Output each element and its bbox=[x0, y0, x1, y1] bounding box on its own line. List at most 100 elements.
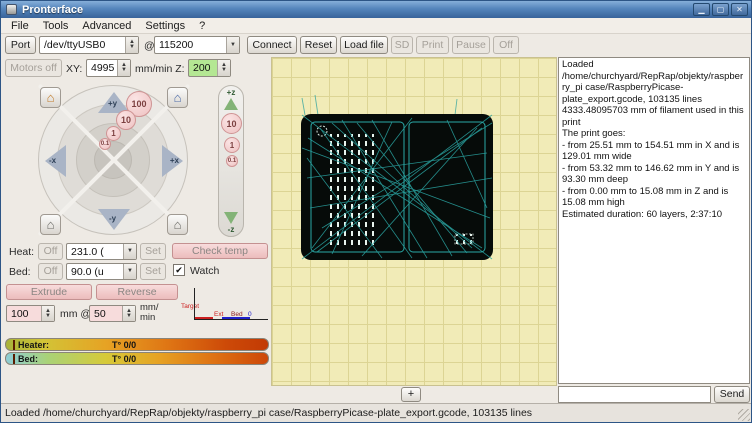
z-feed-input[interactable]: 200 ▲▼ bbox=[188, 59, 231, 77]
bed-temp-value: 90.0 (u bbox=[71, 266, 104, 278]
pause-button[interactable]: Pause bbox=[452, 36, 490, 54]
spinner-arrows-icon[interactable]: ▲▼ bbox=[125, 37, 138, 53]
graph-x-axis bbox=[194, 319, 268, 320]
sd-button[interactable]: SD bbox=[391, 36, 413, 54]
plus-z-label: +z bbox=[219, 88, 243, 97]
menu-settings[interactable]: Settings bbox=[138, 19, 192, 33]
extrude-button[interactable]: Extrude bbox=[6, 284, 92, 300]
minus-z-label: -z bbox=[219, 225, 243, 234]
send-button[interactable]: Send bbox=[714, 386, 750, 403]
home-icon: ⌂ bbox=[174, 218, 182, 231]
bed-gauge: Bed: T° 0/0 bbox=[5, 352, 269, 365]
reset-button[interactable]: Reset bbox=[300, 36, 337, 54]
graph-y-axis bbox=[194, 288, 195, 320]
reverse-button[interactable]: Reverse bbox=[96, 284, 178, 300]
maximize-icon[interactable]: ▢ bbox=[712, 3, 729, 16]
bed-off-button[interactable]: Off bbox=[38, 263, 63, 280]
log-line: 4333.48095703 mm of filament used in thi… bbox=[562, 105, 746, 128]
send-row: Send bbox=[558, 386, 750, 403]
heater-gauge-label: Heater: bbox=[18, 339, 49, 351]
dropdown-arrow-icon[interactable]: ▼ bbox=[226, 37, 239, 53]
port-select[interactable]: /dev/ttyUSB0 ▲▼ bbox=[39, 36, 139, 54]
z-step-1[interactable]: 1 bbox=[224, 137, 240, 153]
z-jog-control: +z 10 1 0.1 -z bbox=[218, 85, 244, 237]
heater-gauge: Heater: T° 0/0 bbox=[5, 338, 269, 351]
spinner-arrows-icon[interactable]: ▲▼ bbox=[117, 60, 130, 76]
command-input[interactable] bbox=[558, 386, 711, 403]
home-x-button[interactable]: ⌂ bbox=[40, 87, 61, 108]
check-temp-button[interactable]: Check temp bbox=[172, 243, 268, 259]
close-icon[interactable]: ✕ bbox=[731, 3, 748, 16]
zoom-in-button[interactable]: + bbox=[401, 387, 421, 402]
xy-jog-pad: +y -y -x +x ⌂ ⌂ ⌂ ⌂ 100 10 1 0.1 bbox=[38, 85, 190, 237]
heater-gauge-value: T° 0/0 bbox=[112, 339, 136, 351]
heat-temp-select[interactable]: 231.0 ( ▼ bbox=[66, 243, 137, 260]
heat-set-button[interactable]: Set bbox=[140, 243, 166, 260]
toolbar: Port /dev/ttyUSB0 ▲▼ @ 115200 ▼ Connect … bbox=[1, 34, 751, 57]
z-step-10[interactable]: 10 bbox=[221, 113, 242, 134]
watch-checkbox[interactable]: ✔ bbox=[173, 264, 185, 276]
baud-select[interactable]: 115200 ▼ bbox=[154, 36, 240, 54]
minimize-icon[interactable]: ▁ bbox=[693, 3, 710, 16]
menu-file[interactable]: File bbox=[4, 19, 36, 33]
xy-feed-label: XY: bbox=[66, 63, 82, 75]
home-all-button[interactable]: ⌂ bbox=[167, 214, 188, 235]
dropdown-arrow-icon[interactable]: ▼ bbox=[123, 244, 136, 259]
menu-help[interactable]: ? bbox=[192, 19, 212, 33]
graph-ext-line bbox=[195, 317, 213, 319]
home-icon: ⌂ bbox=[47, 218, 55, 231]
motors-off-button[interactable]: Motors off bbox=[5, 59, 62, 77]
log-line: - from 25.51 mm to 154.51 mm in X and is… bbox=[562, 140, 746, 163]
xy-step-0-1[interactable]: 0.1 bbox=[99, 138, 111, 150]
titlebar[interactable]: Pronterface ▁ ▢ ✕ bbox=[1, 1, 751, 18]
bed-gauge-value: T° 0/0 bbox=[112, 353, 136, 365]
jog-minus-z-button[interactable] bbox=[224, 212, 238, 224]
z-feed-label: mm/min Z: bbox=[135, 63, 185, 75]
bed-temp-select[interactable]: 90.0 (u ▼ bbox=[66, 263, 137, 280]
watch-label: Watch bbox=[190, 265, 219, 277]
home-z-button[interactable]: ⌂ bbox=[40, 214, 61, 235]
menubar: File Tools Advanced Settings ? bbox=[1, 18, 751, 34]
resize-grip[interactable] bbox=[738, 409, 750, 421]
z-step-0-1[interactable]: 0.1 bbox=[226, 155, 238, 167]
menu-tools[interactable]: Tools bbox=[36, 19, 76, 33]
bed-set-button[interactable]: Set bbox=[140, 263, 166, 280]
print-button[interactable]: Print bbox=[416, 36, 449, 54]
graph-target-label: Target bbox=[181, 303, 199, 310]
heat-off-button[interactable]: Off bbox=[38, 243, 63, 260]
extrude-speed-value: 50 bbox=[94, 308, 106, 320]
gauge-marker bbox=[13, 354, 15, 364]
log-line: Estimated duration: 60 layers, 2:37:10 bbox=[562, 209, 746, 221]
extrude-length-value: 100 bbox=[11, 308, 29, 320]
status-bar: Loaded /home/churchyard/RepRap/objekty/r… bbox=[1, 403, 751, 422]
home-y-button[interactable]: ⌂ bbox=[167, 87, 188, 108]
dropdown-arrow-icon[interactable]: ▼ bbox=[123, 264, 136, 279]
z-feed-value: 200 bbox=[193, 62, 211, 74]
connect-button[interactable]: Connect bbox=[247, 36, 297, 54]
menu-advanced[interactable]: Advanced bbox=[75, 19, 138, 33]
log-output[interactable]: Loaded /home/churchyard/RepRap/objekty/r… bbox=[558, 57, 750, 384]
check-icon: ✔ bbox=[175, 266, 183, 275]
extrude-speed-input[interactable]: 50 ▲▼ bbox=[89, 305, 136, 322]
xy-feed-input[interactable]: 4995 ▲▼ bbox=[86, 59, 131, 77]
gauge-marker bbox=[13, 340, 15, 350]
port-button[interactable]: Port bbox=[5, 36, 36, 54]
extrude-length-input[interactable]: 100 ▲▼ bbox=[6, 305, 55, 322]
plus-x-label: +x bbox=[170, 156, 179, 165]
off-button[interactable]: Off bbox=[493, 36, 519, 54]
temp-graph: Target Ext Bed 0 bbox=[180, 287, 269, 327]
minus-y-label: -y bbox=[109, 214, 116, 223]
log-line: - from 53.32 mm to 146.62 mm in Y and is… bbox=[562, 163, 746, 186]
port-value: /dev/ttyUSB0 bbox=[44, 39, 105, 51]
log-panel: Loaded /home/churchyard/RepRap/objekty/r… bbox=[558, 57, 750, 403]
gcode-viewer[interactable] bbox=[271, 57, 557, 386]
home-icon: ⌂ bbox=[174, 91, 182, 104]
spinner-arrows-icon[interactable]: ▲▼ bbox=[217, 60, 230, 76]
control-panel: Motors off XY: 4995 ▲▼ mm/min Z: 200 ▲▼ … bbox=[1, 57, 271, 403]
xy-step-10[interactable]: 10 bbox=[116, 110, 136, 130]
load-file-button[interactable]: Load file bbox=[340, 36, 388, 54]
mm-min-label: min bbox=[140, 312, 155, 323]
spinner-arrows-icon[interactable]: ▲▼ bbox=[122, 306, 135, 321]
spinner-arrows-icon[interactable]: ▲▼ bbox=[41, 306, 54, 321]
jog-plus-z-button[interactable] bbox=[224, 98, 238, 110]
